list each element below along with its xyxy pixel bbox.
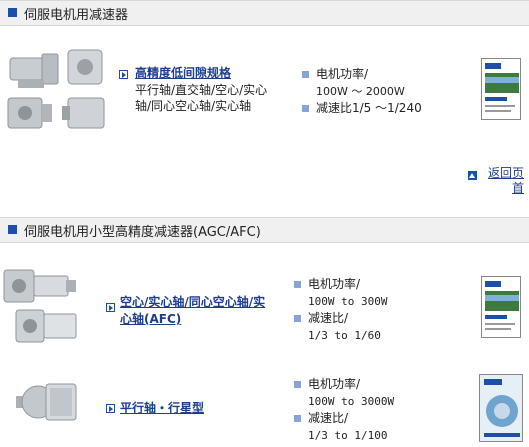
catalog-thumbnail[interactable] [481,276,521,338]
bullet-icon [294,315,301,322]
spec-power-label: 电机功率/ [294,276,387,293]
spec-ratio-label: 减速比/ [294,410,394,427]
section-square-icon [8,8,17,17]
back-to-top-link[interactable]: 返回页 首 [484,166,524,196]
catalog-thumbnail[interactable] [479,374,523,442]
section-title: 伺服电机用减速器 [24,8,129,23]
product-desc-line2: 轴/同心空心轴/实心轴 [135,99,252,113]
bullet-icon [294,381,301,388]
spec-power-label: 电机功率/ [302,66,422,83]
product-desc-line1: 平行轴/直交轴/空心/实心 [135,83,268,97]
product-image-gearmotor-1[interactable] [4,46,112,134]
bullet-icon [302,105,309,112]
link-arrow-icon [106,303,115,312]
section-title: 伺服电机用小型高精度减速器(AGC/AFC) [24,225,261,240]
spec-list: 电机功率/ 100W to 3000W 减速比/ 1/3 to 1/100 [294,376,394,444]
product-image-planetary[interactable] [10,374,80,434]
spec-power-value: 100W ～ 2000W [316,85,405,98]
bullet-icon [294,415,301,422]
spec-ratio-value: 1/3 to 1/100 [308,429,388,442]
spec-ratio-label: 减速比/ [294,310,387,327]
spec-list: 电机功率/ 100W to 300W 减速比/ 1/3 to 1/60 [294,276,387,344]
product-link-high-precision[interactable]: 高精度低间隙规格 [135,65,231,82]
spec-ratio-value: 1/3 to 1/60 [308,329,381,342]
catalog-thumbnail[interactable] [481,58,521,120]
bullet-icon [294,281,301,288]
product-link-afc[interactable]: 空心/实心轴/同心空心轴/实 心轴(AFC) [120,294,265,328]
bullet-icon [302,71,309,78]
spec-power-value: 100W to 300W [308,295,388,308]
spec-power-value: 100W to 3000W [308,395,395,408]
link-arrow-icon [119,70,128,79]
spec-power-label: 电机功率/ [294,376,394,393]
spec-ratio: 减速比1/5 ～1/240 [302,100,422,117]
product-link-planetary[interactable]: 平行轴・行星型 [120,400,204,417]
spec-list: 电机功率/ 100W ～ 2000W 减速比1/5 ～1/240 [302,66,422,117]
section-header-servo-reducer: 伺服电机用减速器 [0,0,529,26]
back-to-top-icon[interactable] [468,171,477,180]
link-arrow-icon [106,404,115,413]
product-image-agc-afc[interactable] [2,262,82,350]
section-square-icon [8,225,17,234]
section-header-small-reducer: 伺服电机用小型高精度减速器(AGC/AFC) [0,217,529,243]
